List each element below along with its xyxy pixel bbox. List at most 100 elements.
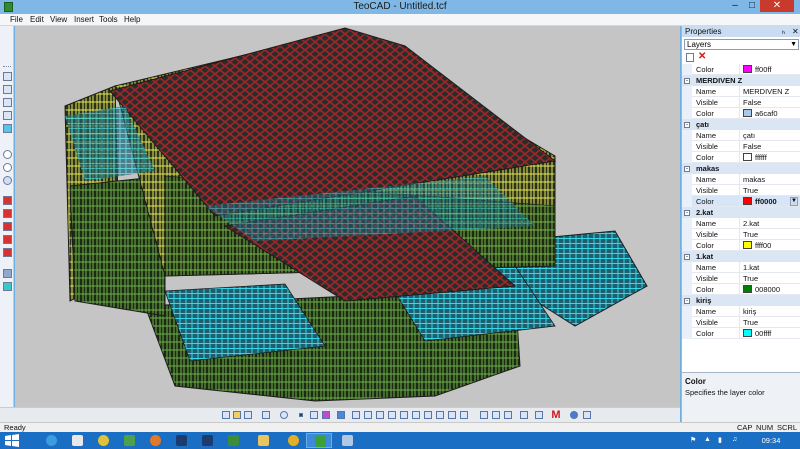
save-icon[interactable] — [244, 411, 252, 419]
close-button[interactable]: ✕ — [760, 0, 794, 12]
red-box-1-icon[interactable] — [3, 196, 12, 205]
cad-viewport[interactable] — [15, 26, 680, 407]
menu-view[interactable]: View — [50, 15, 67, 24]
wall-3-icon[interactable] — [376, 411, 384, 419]
object-selector[interactable]: Layers ▼ — [684, 39, 799, 50]
category-1-kat[interactable]: - 1.kat — [682, 251, 800, 262]
layer-grid-icon[interactable] — [3, 282, 12, 291]
zoom-out-icon[interactable] — [3, 163, 12, 172]
maximize-button[interactable]: □ — [745, 0, 759, 12]
new-icon[interactable] — [222, 411, 230, 419]
property-row[interactable]: Color 00ffff — [682, 328, 800, 339]
taskbar-clock[interactable]: 09:34 — [756, 436, 786, 445]
grid-icon[interactable] — [337, 411, 345, 419]
property-row[interactable]: Name makas — [682, 174, 800, 185]
property-row[interactable]: Name 1.kat — [682, 262, 800, 273]
property-row[interactable]: Visible True — [682, 185, 800, 196]
taskbar-excel[interactable] — [220, 433, 246, 448]
color-dropdown-button[interactable]: ▼ — [790, 197, 798, 206]
wall-2-icon[interactable] — [364, 411, 372, 419]
property-row[interactable]: Name çatı — [682, 130, 800, 141]
property-row[interactable]: Color ff00ff — [682, 64, 800, 75]
category-kiris[interactable]: - kiriş — [682, 295, 800, 306]
wall-6-icon[interactable] — [412, 411, 420, 419]
wall-1-icon[interactable] — [352, 411, 360, 419]
minimize-button[interactable]: – — [728, 0, 742, 12]
flag-icon[interactable]: ⚑ — [690, 436, 696, 444]
red-box-3-icon[interactable] — [3, 222, 12, 231]
array-icon[interactable] — [535, 411, 543, 419]
move-icon[interactable] — [480, 411, 488, 419]
category-makas[interactable]: - makas — [682, 163, 800, 174]
dimension-icon[interactable] — [520, 411, 528, 419]
taskbar-monitor[interactable] — [334, 433, 360, 448]
volume-icon[interactable]: ♫ — [732, 436, 737, 443]
open-icon[interactable] — [233, 411, 241, 419]
wall-4-icon[interactable] — [388, 411, 396, 419]
erase-icon[interactable] — [322, 411, 330, 419]
taskbar-yandex[interactable] — [64, 433, 90, 448]
cube-side-icon[interactable] — [3, 98, 12, 107]
cube-color-icon[interactable] — [3, 124, 12, 133]
move-2-icon[interactable] — [492, 411, 500, 419]
collapse-icon[interactable]: - — [684, 166, 690, 172]
taskbar-autocad[interactable] — [280, 433, 306, 448]
wall-9-icon[interactable] — [448, 411, 456, 419]
red-box-4-icon[interactable] — [3, 235, 12, 244]
property-row[interactable]: Visible False — [682, 97, 800, 108]
undo-icon[interactable] — [280, 411, 288, 419]
toolbar-grip[interactable] — [3, 66, 11, 68]
property-row[interactable]: Name kiriş — [682, 306, 800, 317]
cube-top-icon[interactable] — [3, 85, 12, 94]
m-tool-button[interactable]: M — [551, 409, 561, 421]
delete-layer-icon[interactable]: ✕ — [698, 51, 706, 62]
red-box-2-icon[interactable] — [3, 209, 12, 218]
trim-icon[interactable] — [504, 411, 512, 419]
menu-tools[interactable]: Tools — [99, 15, 118, 24]
cube-iso-icon[interactable] — [3, 111, 12, 120]
category-2-kat[interactable]: - 2.kat — [682, 207, 800, 218]
collapse-icon[interactable]: - — [684, 210, 690, 216]
pin-icon[interactable]: ₕ — [782, 26, 785, 37]
property-row-selected[interactable]: Color ff0000 ▼ — [682, 196, 800, 207]
property-row[interactable]: Name 2.kat — [682, 218, 800, 229]
collapse-icon[interactable]: - — [684, 78, 690, 84]
taskbar-folder[interactable] — [250, 433, 276, 448]
property-row[interactable]: Name MERDIVEN Z — [682, 86, 800, 97]
taskbar-photoshop-2[interactable] — [194, 433, 220, 448]
property-row[interactable]: Visible True — [682, 229, 800, 240]
taskbar-green-app[interactable] — [116, 433, 142, 448]
zoom-in-icon[interactable] — [3, 150, 12, 159]
network-icon[interactable]: ▲ — [704, 436, 711, 443]
collapse-icon[interactable]: - — [684, 122, 690, 128]
property-row[interactable]: Color ffff00 — [682, 240, 800, 251]
battery-icon[interactable]: ▮ — [718, 436, 722, 444]
property-row[interactable]: Visible False — [682, 141, 800, 152]
category-cati[interactable]: - çatı — [682, 119, 800, 130]
wall-8-icon[interactable] — [436, 411, 444, 419]
taskbar-chrome[interactable] — [90, 433, 116, 448]
taskbar-firefox[interactable] — [142, 433, 168, 448]
collapse-icon[interactable]: - — [684, 254, 690, 260]
layer-stack-icon[interactable] — [3, 269, 12, 278]
point-icon[interactable] — [299, 413, 303, 417]
property-row[interactable]: Visible True — [682, 273, 800, 284]
collapse-icon[interactable]: - — [684, 298, 690, 304]
wall-5-icon[interactable] — [400, 411, 408, 419]
property-row[interactable]: Color a6caf0 — [682, 108, 800, 119]
line-icon[interactable] — [310, 411, 318, 419]
wall-10-icon[interactable] — [460, 411, 468, 419]
panel-close-icon[interactable]: ✕ — [792, 26, 799, 37]
menu-insert[interactable]: Insert — [74, 15, 94, 24]
taskbar-teocad[interactable] — [306, 433, 332, 448]
zoom-extents-icon[interactable] — [3, 176, 12, 185]
menu-help[interactable]: Help — [124, 15, 140, 24]
print-icon[interactable] — [262, 411, 270, 419]
taskbar-ie[interactable] — [38, 433, 64, 448]
property-row[interactable]: Color 008000 — [682, 284, 800, 295]
menu-edit[interactable]: Edit — [30, 15, 44, 24]
taskbar-photoshop-1[interactable] — [168, 433, 194, 448]
red-box-5-icon[interactable] — [3, 248, 12, 257]
menu-file[interactable]: File — [10, 15, 23, 24]
windows-start-icon[interactable] — [4, 433, 20, 448]
